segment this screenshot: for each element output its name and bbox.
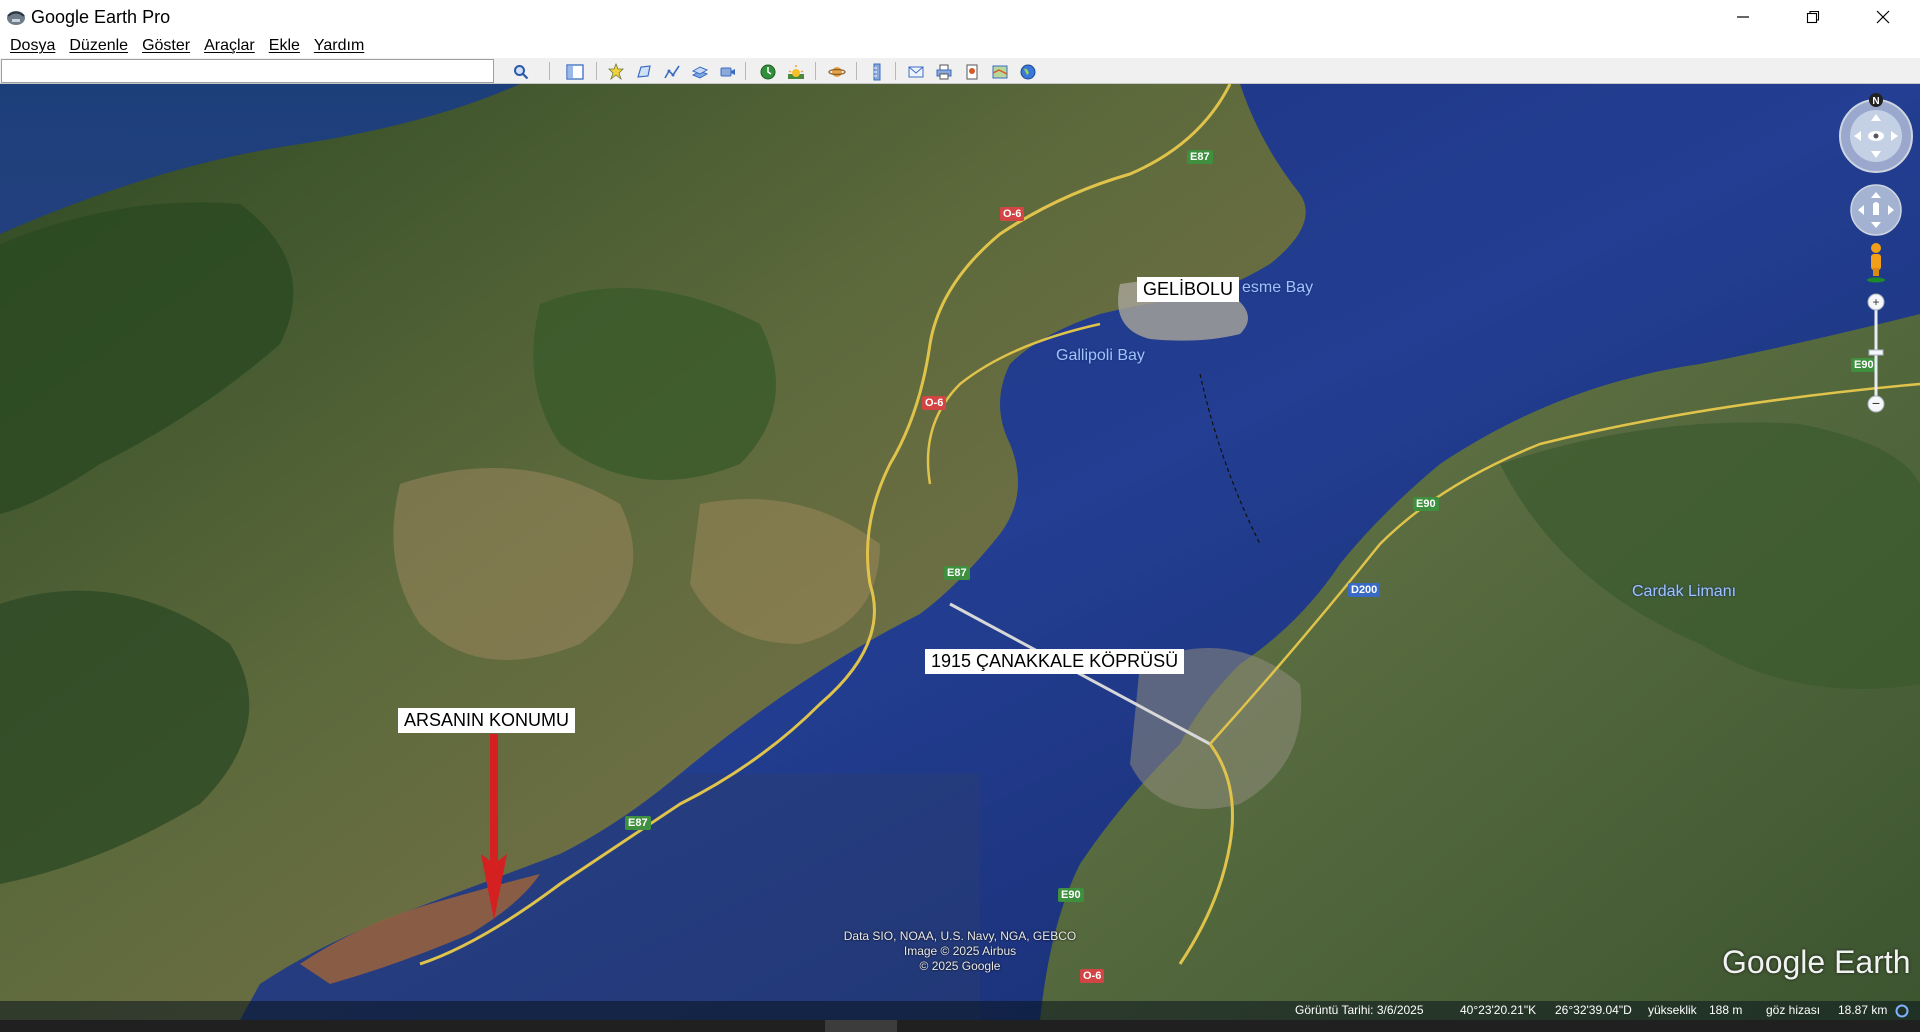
sidebar-icon [566,63,584,80]
print-button[interactable] [933,61,955,82]
restore-button[interactable] [1778,0,1848,34]
view-in-maps-button[interactable] [989,61,1011,82]
google-earth-icon [7,11,25,25]
ruler-button[interactable] [866,61,888,82]
eye-altitude-value: 18.87 km [1838,1003,1888,1017]
sidebar-button[interactable] [564,61,586,82]
placemark-icon [608,62,624,80]
satellite-imagery [0,84,1920,1020]
menu-help[interactable]: Yardım [314,37,364,55]
add-path-button[interactable] [661,61,683,82]
image-overlay-icon [691,65,709,79]
imagery-attribution: Data SIO, NOAA, U.S. Navy, NGA, GEBCO Im… [790,929,1130,974]
zoom-slider[interactable]: + − [1867,293,1885,413]
road-shield-o6: O-6 [1000,207,1025,221]
imagery-date: Görüntü Tarihi: 3/6/2025 [1295,1003,1424,1017]
svg-text:N: N [1872,96,1879,107]
longitude-readout: 26°32'39.04"D [1555,1003,1632,1017]
toolbar-separator [815,62,816,80]
latitude-readout: 40°23'20.21"K [1460,1003,1537,1017]
north-indicator[interactable]: N [1869,93,1883,107]
save-image-icon [966,64,978,79]
road-shield-e87: E87 [625,816,651,830]
historical-imagery-icon [760,64,776,79]
road-shield-e90: E90 [1058,888,1084,902]
polygon-icon [637,64,651,78]
hand-icon [1873,202,1879,215]
attribution-line: © 2025 Google [919,959,1001,973]
earth-view[interactable]: GELİBOLU 1915 ÇANAKKALE KÖPRÜSÜ ARSANIN … [0,84,1920,1020]
streaming-indicator-icon [1895,1004,1909,1018]
elevation-value: 188 m [1709,1003,1743,1017]
place-cesme-bay[interactable]: esme Bay [1242,279,1313,297]
road-shield-e87: E87 [1187,150,1213,164]
zoom-out-icon: − [1872,395,1880,411]
historical-imagery-button[interactable] [757,61,779,82]
search-icon [514,64,529,79]
street-view-pegman[interactable] [1867,243,1885,283]
title-bar: Google Earth Pro [0,0,1920,34]
minimize-icon [1737,16,1749,18]
menu-tools[interactable]: Araçlar [204,37,255,55]
toolbar-separator [856,62,857,80]
taskbar [0,1020,1920,1032]
record-tour-icon [720,67,735,76]
status-bar: Görüntü Tarihi: 3/6/2025 40°23'20.21"K 2… [0,1001,1920,1020]
attribution-line: Image © 2025 Airbus [903,944,1017,958]
minimize-button[interactable] [1708,0,1778,34]
menu-edit[interactable]: Düzenle [69,37,128,55]
sunlight-button[interactable] [785,61,807,82]
annotation-plot-location: ARSANIN KONUMU [398,708,576,733]
zoom-in-icon: + [1872,295,1879,309]
annotation-bridge: 1915 ÇANAKKALE KÖPRÜSÜ [925,649,1185,674]
earth-view-button[interactable] [1017,61,1039,82]
google-earth-logo: Google Earth [1722,944,1911,980]
toolbar [0,58,1920,84]
email-button[interactable] [905,61,927,82]
road-shield-e87: E87 [944,566,970,580]
menu-bar: Dosya Düzenle Göster Araçlar Ekle Yardım [0,34,1920,58]
planets-button[interactable] [826,61,848,82]
toolbar-separator [596,62,597,80]
add-image-overlay-button[interactable] [689,61,711,82]
earth-icon [1020,64,1036,79]
move-joystick[interactable] [1850,184,1902,236]
print-icon [936,64,952,79]
view-in-maps-icon [992,65,1008,78]
zoom-thumb[interactable] [1868,349,1884,356]
add-placemark-button[interactable] [605,61,627,82]
planets-icon [828,66,846,77]
attribution-line: Data SIO, NOAA, U.S. Navy, NGA, GEBCO [843,929,1077,943]
ruler-icon [873,63,881,80]
toolbar-separator [549,62,550,80]
email-icon [908,66,924,77]
annotation-gelibolu: GELİBOLU [1137,277,1240,302]
eye-altitude-label: göz hizası [1766,1003,1821,1017]
close-button[interactable] [1848,0,1918,34]
look-joystick[interactable] [1839,99,1913,173]
road-shield-o6: O-6 [922,396,947,410]
search-button[interactable] [510,61,532,82]
elevation-label: yükseklik [1648,1003,1697,1017]
place-cardak-limani[interactable]: Cardak Limanı [1632,583,1736,601]
navigation-controls: N + − [1839,93,1913,413]
taskbar-app-button[interactable] [825,1020,897,1032]
sunlight-icon [788,64,804,79]
toolbar-separator [895,62,896,80]
menu-view[interactable]: Göster [142,37,190,55]
record-tour-button[interactable] [717,61,739,82]
place-gallipoli-bay[interactable]: Gallipoli Bay [1056,347,1145,365]
road-shield-d200: D200 [1348,583,1381,597]
window-title: Google Earth Pro [31,7,171,27]
save-image-button[interactable] [961,61,983,82]
search-input[interactable] [1,59,494,83]
toolbar-separator [745,62,746,80]
restore-icon [1806,10,1820,24]
close-icon [1876,10,1890,24]
add-polygon-button[interactable] [633,61,655,82]
menu-file[interactable]: Dosya [10,37,55,55]
road-shield-e90: E90 [1413,497,1439,511]
menu-add[interactable]: Ekle [269,37,300,55]
path-icon [664,65,680,78]
